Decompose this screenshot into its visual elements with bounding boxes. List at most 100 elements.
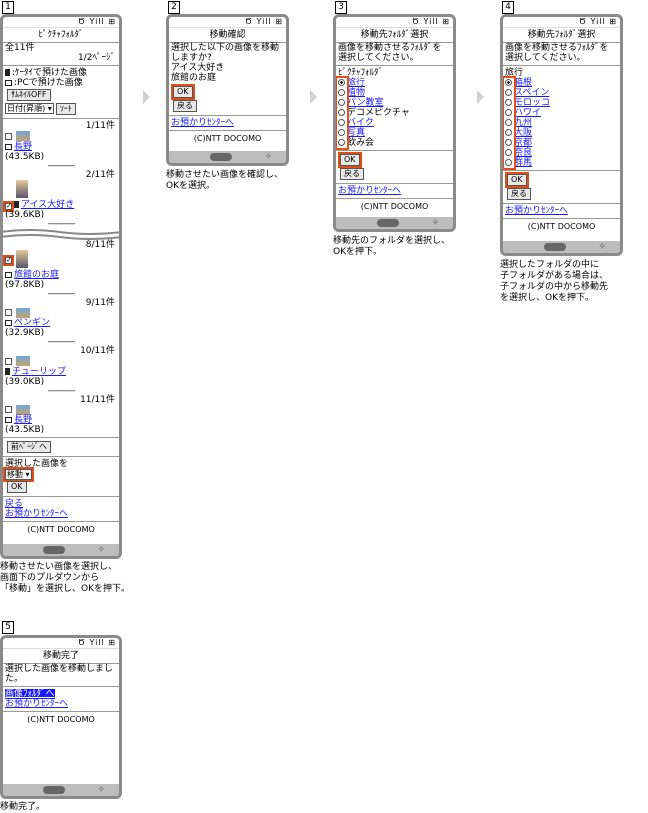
step-caption-5: 移動完了。 [0,802,46,812]
center-link[interactable]: お預かりｾﾝﾀｰへ [3,699,119,709]
bottom-bar: ✧ [3,784,119,796]
folder-label[interactable]: 九州 [514,118,532,128]
page-indicator: 1/2ﾍﾟｰｼﾞ [78,53,115,63]
folder-label[interactable]: スペイン [514,88,549,98]
step-caption-4: 選択したフォルダの中に 子フォルダがある場合は、 子フォルダの中から移動先 を選… [500,260,609,303]
back-link[interactable]: 戻る [3,499,119,509]
item-checkbox-checked[interactable]: ✓ [3,200,14,212]
item-link[interactable]: 旅館のお庭 [14,270,59,280]
item-size: (43.5KB) [5,425,45,435]
step-number-3: 3 [335,1,347,14]
ok-button[interactable]: OK [338,152,362,168]
item-checkbox[interactable] [5,406,12,413]
dpad-icon: ✧ [97,785,105,795]
back-button[interactable]: 戻る [173,100,197,112]
folder-label: デコメピクチャ [347,108,410,118]
folder-option[interactable]: 飲み会 [336,138,453,148]
step-caption-2: 移動させたい画像を確認し、 OKを選択。 [166,170,284,191]
folder-label[interactable]: パン教室 [347,98,383,108]
legend-pc: :PCで預けた画像 [3,78,119,88]
folder-label[interactable]: 植物 [347,88,365,98]
item-link[interactable]: 長野 [14,415,32,425]
phone-icon [5,69,10,76]
sort-button[interactable]: ｿｰﾄ [55,103,76,115]
folder-option[interactable]: 九州 [503,118,620,128]
item-link[interactable]: アイス大好き [21,200,74,210]
item-index: 10/11件 [80,346,115,356]
folder-option[interactable]: 植物 [336,88,453,98]
folder-label[interactable]: 群馬 [514,158,532,168]
folder-label[interactable]: 箱根 [514,78,532,88]
folder-option[interactable]: スペイン [503,88,620,98]
confirm-item: 旅館のお庭 [171,73,217,83]
step-arrow-icon [310,90,317,104]
page-title: 移動先ﾌｫﾙﾀﾞ選択 [336,28,453,43]
step-arrow-icon [143,90,150,104]
center-link[interactable]: お預かりｾﾝﾀｰへ [336,186,453,196]
item-checkbox[interactable] [5,309,12,316]
pc-icon [5,320,12,326]
pc-icon [5,417,12,423]
ok-button[interactable]: OK [171,84,195,100]
page-title: 移動先ﾌｫﾙﾀﾞ選択 [503,28,620,43]
folder-option[interactable]: 写真 [336,128,453,138]
center-link[interactable]: お預かりｾﾝﾀｰへ [3,509,119,519]
folder-label[interactable]: バイク [347,118,374,128]
prev-page-button[interactable]: 前ﾍﾟｰｼﾞへ [7,441,51,453]
folder-label[interactable]: 京都 [514,138,532,148]
page-title: 移動完了 [3,649,119,664]
folder-label[interactable]: ハワイ [514,108,541,118]
list-item: ✓ [3,249,119,270]
folder-root-label: ﾋﾟｸﾁｬﾌｫﾙﾀﾞ [338,68,384,78]
center-key-icon [543,243,566,251]
item-index: 9/11件 [85,297,115,308]
footer-copyright: (C)NTT DOCOMO [27,715,95,724]
folder-option[interactable]: 旅行 [336,78,453,88]
item-index: 2/11件 [85,169,115,180]
back-button[interactable]: 戻る [340,168,364,180]
item-checkbox[interactable] [5,357,12,365]
folder-label[interactable]: 大阪 [514,128,532,138]
pc-icon [5,80,12,86]
dpad-icon: ✧ [431,218,439,228]
thumbnail-toggle-button[interactable]: ｻﾑﾈｲﾙOFF [7,89,51,101]
folder-label[interactable]: 奈良 [514,148,532,158]
folder-link[interactable]: 画像ﾌｫﾙﾀﾞへ [5,689,55,699]
item-link[interactable]: 長野 [14,142,32,152]
tear-separator [3,228,119,240]
folder-option[interactable]: 京都 [503,138,620,148]
center-link[interactable]: お預かりｾﾝﾀｰへ [169,118,286,128]
folder-radio-list: 箱根 スペイン モロッコ ハワイ 九州 大阪 京都 奈良 群馬 [503,76,620,170]
item-checkbox-checked[interactable]: ✓ [3,255,14,266]
center-key-icon [43,546,65,554]
folder-option[interactable]: バイク [336,118,453,128]
folder-option[interactable]: パン教室 [336,98,453,108]
back-button[interactable]: 戻る [507,188,531,200]
folder-option[interactable]: デコメピクチャ [336,108,453,118]
center-link[interactable]: お預かりｾﾝﾀｰへ [503,206,620,216]
ok-button[interactable]: OK [505,172,529,188]
folder-option[interactable]: ハワイ [503,108,620,118]
sort-select[interactable]: 日付(昇順) ▾ [5,103,54,114]
radio-highlight [503,76,516,170]
pc-icon [5,143,12,150]
folder-label[interactable]: モロッコ [514,98,550,108]
dpad-icon: ✧ [264,152,272,162]
folder-option[interactable]: 奈良 [503,148,620,158]
folder-option[interactable]: モロッコ [503,98,620,108]
item-link[interactable]: ペンギン [14,318,50,328]
folder-option[interactable]: 箱根 [503,78,620,88]
ok-button[interactable]: OK [7,481,27,493]
folder-option[interactable]: 群馬 [503,158,620,168]
action-select[interactable]: 移動 ▾ [3,467,34,482]
phone-icon [14,200,19,208]
item-link[interactable]: チューリップ [12,367,66,377]
folder-label[interactable]: 旅行 [347,78,365,88]
footer-copyright: (C)NTT DOCOMO [527,222,596,231]
folder-option[interactable]: 大阪 [503,128,620,138]
folder-label[interactable]: 写真 [347,128,365,138]
status-bar: Ծ Yill ⊞ [3,638,119,649]
list-item [3,131,119,142]
footer-copyright: (C)NTT DOCOMO [360,202,429,211]
item-checkbox[interactable] [5,132,12,140]
